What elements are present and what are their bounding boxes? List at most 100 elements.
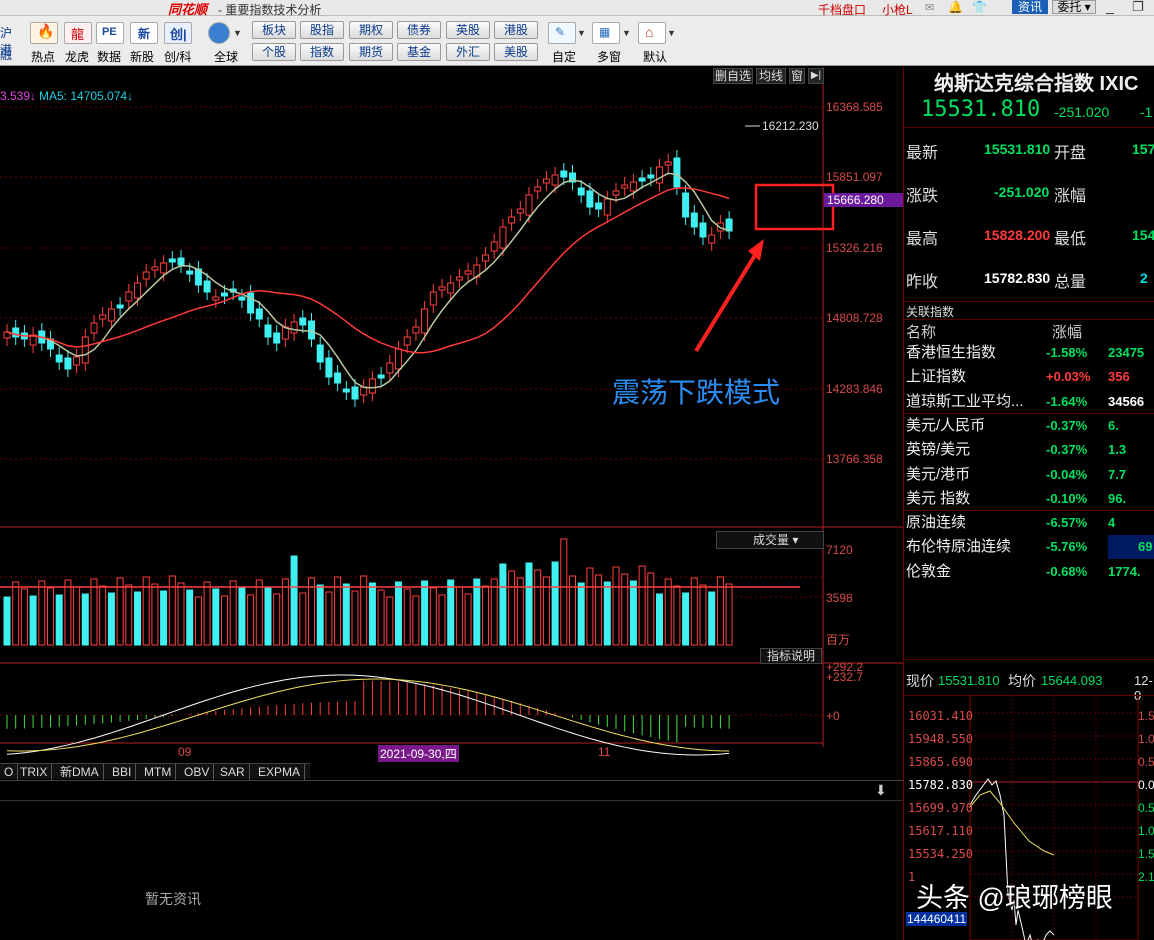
candle-body <box>482 254 489 262</box>
volume-bar <box>412 595 420 646</box>
intraday-right-tick: 1.5 <box>1138 847 1154 861</box>
candle-body <box>334 372 342 384</box>
related-name: 布伦特原油连续 <box>906 538 1012 556</box>
candle-body <box>629 181 637 192</box>
tab-indicator[interactable]: 新DMA <box>56 764 104 780</box>
candle-body <box>168 258 176 263</box>
related-value: 1.3 <box>1108 442 1127 458</box>
related-value: 356 <box>1108 369 1130 385</box>
bell-icon[interactable]: 🔔 <box>948 0 963 14</box>
remove-watchlist-button[interactable]: 删自选 <box>713 68 753 84</box>
related-row[interactable]: 伦敦金 -0.68% 1774. <box>904 560 1154 584</box>
home-dropdown-icon[interactable]: ▼ <box>667 28 676 38</box>
trade-button[interactable]: 委托 ▾ <box>1052 0 1096 14</box>
tab-indicator[interactable]: MTM <box>140 764 177 780</box>
minimize-icon[interactable]: _ <box>1106 0 1114 14</box>
newstock-icon[interactable]: 新 <box>130 22 158 44</box>
index-change: -251.020 <box>1054 104 1110 120</box>
related-row[interactable]: 上证指数 +0.03% 356 <box>904 365 1154 389</box>
candle-body <box>255 308 263 320</box>
btn-hk-stocks[interactable]: 港股 <box>494 21 538 39</box>
related-row[interactable]: 美元 指数 -0.10% 96. <box>904 487 1154 511</box>
multiwindow-dropdown-icon[interactable]: ▼ <box>622 28 631 38</box>
volume-bar <box>81 593 89 646</box>
related-row[interactable]: 布伦特原油连续 -5.76% 69 <box>904 535 1154 560</box>
related-row[interactable]: 美元/港币 -0.04% 7.7 <box>904 463 1154 487</box>
btn-us-stocks[interactable]: 美股 <box>494 43 538 61</box>
volume-bar <box>708 591 716 646</box>
btn-options[interactable]: 期权 <box>349 21 393 39</box>
window-button[interactable]: 窗 <box>789 68 805 84</box>
chart-area[interactable]: 3.539↓ MA5: 14705.074↓ 删自选 均线 窗 ▶| 16368… <box>0 67 903 785</box>
current-price-tag: 15666.280 <box>824 193 903 207</box>
intraday-avg-label: 均价 <box>1008 673 1036 689</box>
tab-indicator[interactable]: SAR <box>216 764 250 780</box>
chuang-icon[interactable]: 创| <box>164 22 192 44</box>
ma-button[interactable]: 均线 <box>756 68 786 84</box>
btn-sector[interactable]: 板块 <box>252 21 296 39</box>
btn-funds[interactable]: 基金 <box>397 43 441 61</box>
news-button[interactable]: 资讯 <box>1012 0 1048 14</box>
tab-indicator[interactable]: BBI <box>108 764 137 780</box>
related-row[interactable]: 道琼斯工业平均... -1.64% 34566 <box>904 390 1154 414</box>
download-icon[interactable]: ⬇ <box>875 782 887 799</box>
indicator-help-button[interactable]: 指标说明 <box>760 648 822 664</box>
volume-dropdown[interactable]: 成交量 ▾ <box>716 531 824 549</box>
volume-bar <box>203 581 211 646</box>
custom-icon[interactable]: ✎ <box>548 22 576 44</box>
kline-chart[interactable] <box>0 67 903 785</box>
related-row[interactable]: 香港恒生指数 -1.58% 23475 <box>904 341 1154 365</box>
ma20-line <box>6 187 730 354</box>
btn-uk-stocks[interactable]: 英股 <box>446 21 490 39</box>
highlight-box <box>754 183 835 231</box>
volume-bar <box>682 592 690 646</box>
x-tick: 11 <box>598 745 611 759</box>
related-row[interactable]: 原油连续 -6.57% 4 <box>904 511 1154 535</box>
tab-indicator[interactable]: TRIX <box>16 764 53 780</box>
globe-icon[interactable] <box>208 22 230 44</box>
related-row[interactable]: 英镑/美元 -0.37% 1.3 <box>904 438 1154 462</box>
btn-futures[interactable]: 期货 <box>349 43 393 61</box>
volume-bar <box>316 584 324 646</box>
custom-dropdown-icon[interactable]: ▼ <box>577 28 586 38</box>
related-name: 原油连续 <box>906 514 967 532</box>
volume-bar <box>212 588 220 646</box>
volume-bar <box>186 589 194 646</box>
candle-body <box>499 226 507 249</box>
btn-index[interactable]: 指数 <box>300 43 344 61</box>
candle-body <box>551 174 559 186</box>
tab-indicator[interactable]: OBV <box>180 764 215 780</box>
related-row[interactable]: 美元/人民币 -0.37% 6. <box>904 414 1154 438</box>
btn-stock-index[interactable]: 股指 <box>300 21 344 39</box>
candle-body <box>125 291 133 302</box>
globe-label: 全球 <box>214 50 239 64</box>
volume-bar <box>395 581 402 646</box>
btn-individual[interactable]: 个股 <box>252 43 296 61</box>
globe-dropdown-icon[interactable]: ▼ <box>233 28 242 38</box>
expand-icon[interactable]: ▶| <box>808 68 824 84</box>
hk-connect-button[interactable]: 沪港 融 <box>0 22 20 62</box>
multiwindow-icon[interactable]: ▦ <box>592 22 620 44</box>
quote-label: 最高 <box>906 231 939 248</box>
btn-bonds[interactable]: 债券 <box>397 21 441 39</box>
shirt-icon[interactable]: 👕 <box>972 0 987 14</box>
restore-icon[interactable]: ❐ <box>1132 0 1144 15</box>
btn-forex[interactable]: 外汇 <box>446 43 490 61</box>
dragon-icon[interactable]: 龍 <box>64 22 92 44</box>
related-value: 6. <box>1108 417 1119 433</box>
candle-body <box>316 344 324 363</box>
quote-table: 最新 15531.810 开盘 157 涨跌 -251.020 涨幅 最高 15… <box>904 127 1154 297</box>
tab-indicator[interactable]: EXPMA <box>254 764 306 780</box>
quote-value: 157 <box>1132 141 1154 157</box>
hot-icon[interactable]: 🔥 <box>30 22 58 44</box>
candle-body <box>586 190 594 208</box>
related-value: 96. <box>1108 490 1127 506</box>
home-icon[interactable]: ⌂ <box>638 22 666 44</box>
quote-label: 开盘 <box>1054 145 1087 162</box>
candle-body <box>351 386 359 400</box>
pe-icon[interactable]: PE <box>96 22 124 44</box>
volume-bar <box>73 586 81 646</box>
volume-bar <box>656 593 663 646</box>
mail-icon[interactable]: ✉ <box>925 1 934 14</box>
related-name: 上证指数 <box>906 368 967 386</box>
